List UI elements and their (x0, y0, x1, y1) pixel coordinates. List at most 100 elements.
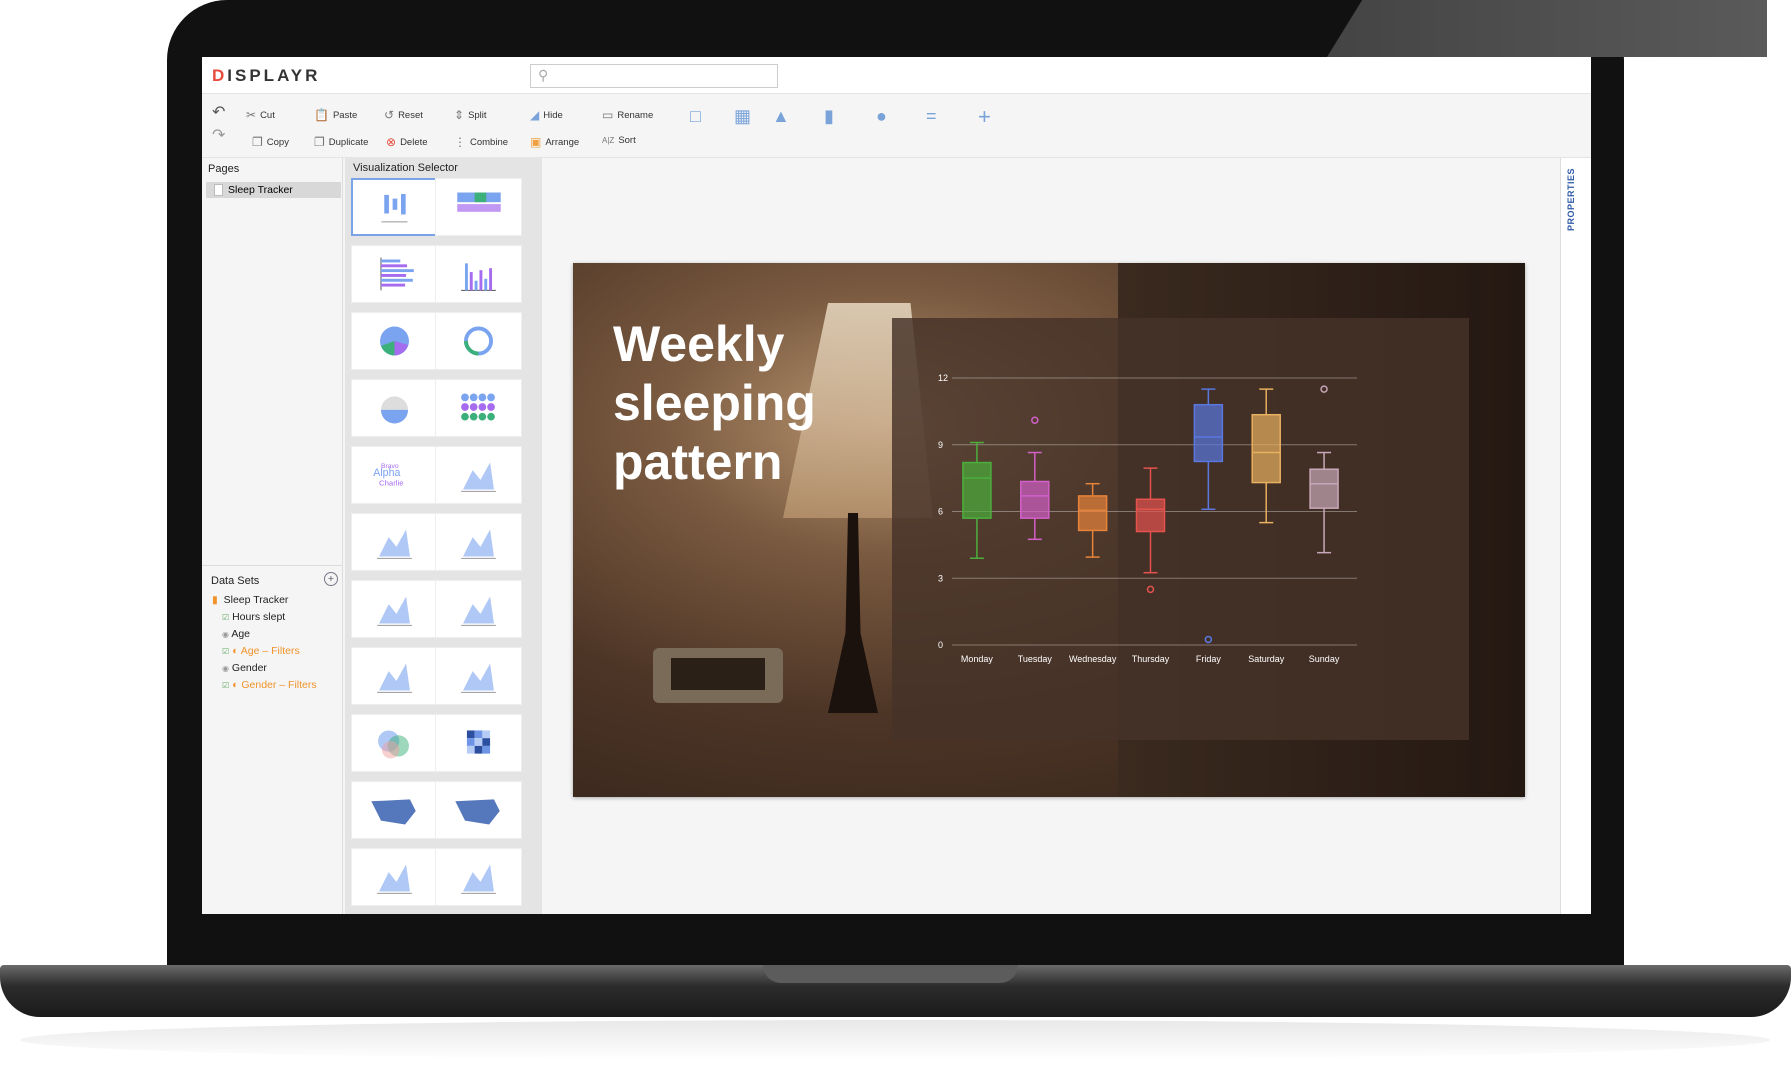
pictograph-icon (461, 393, 495, 421)
rename-icon: ▭ (602, 108, 614, 122)
hide-label: Hide (543, 109, 563, 121)
properties-label: PROPERTIES (1566, 168, 1576, 232)
viz-tile-box-plot[interactable] (351, 178, 438, 236)
box-plot-chart[interactable]: 0 3 6 9 12 Monday Tuesday Wednesday Thursday Frid… (892, 318, 1469, 740)
slide-title[interactable]: Weekly sleeping pattern (613, 315, 873, 492)
column-icon (461, 263, 496, 291)
box-tuesday (1020, 480, 1050, 519)
slide[interactable]: Weekly sleeping pattern 0 3 6 9 12 Monday Tues… (573, 263, 1525, 797)
delete-button[interactable]: ⊗ Delete (386, 135, 428, 149)
datasets-title: Data Sets (211, 575, 260, 587)
viz-tile-heatmap[interactable] (435, 714, 522, 772)
viz-tile-column[interactable] (435, 245, 522, 303)
displayr-logo[interactable]: DISPLAYR (212, 66, 320, 86)
laptop-notch (763, 965, 1018, 983)
viz-tile-small-multiple-maps[interactable] (435, 781, 522, 839)
outlier-point (1031, 416, 1039, 425)
chart-icon[interactable]: ▮ (824, 106, 834, 127)
table-icon[interactable]: ▦ (734, 106, 751, 127)
viz-tile-geo-map[interactable] (351, 781, 438, 839)
viz-tile-donut[interactable] (435, 312, 522, 370)
viz-tile-pictograph[interactable] (435, 379, 522, 437)
split-button[interactable]: ⇕ Split (454, 108, 487, 122)
redo-icon[interactable]: ↷ (212, 125, 225, 145)
venn-icon (378, 730, 409, 759)
alarm-clock-image (653, 648, 783, 703)
pie-icon (380, 326, 409, 356)
rename-button[interactable]: ▭ Rename (602, 108, 653, 122)
variable-age-filters[interactable]: ☑ ◐ Age – Filters (222, 645, 300, 657)
viz-tile-venn[interactable] (351, 714, 438, 772)
image-icon[interactable]: ▲ (772, 106, 790, 127)
viz-tile-area[interactable] (351, 647, 438, 705)
variable-label: Age – Filters (240, 645, 300, 657)
add-dataset-icon[interactable]: + (324, 572, 338, 586)
viz-tile-word-cloud[interactable]: Alpha Bravo Charlie (351, 446, 438, 504)
hide-icon: ◢ (530, 108, 540, 122)
undo-icon[interactable]: ↶ (212, 102, 225, 122)
donut-icon (464, 326, 493, 356)
filter-icon: ◐ (232, 679, 239, 691)
filter-icon: ◐ (232, 645, 239, 657)
viz-tile-density[interactable] (435, 848, 522, 906)
variable-age[interactable]: ◉ Age (222, 628, 250, 640)
viz-tile-sankey[interactable] (435, 178, 522, 236)
variable-gender[interactable]: ◉ Gender (222, 662, 267, 674)
heatmap-icon (466, 730, 491, 754)
line-icon (461, 663, 496, 693)
scissors-icon: ✂ (246, 108, 257, 122)
search-input[interactable]: ⚲ (530, 64, 778, 88)
x-tick-label: Wednesday (1069, 654, 1117, 664)
copy-button[interactable]: ❐ Copy (252, 135, 289, 149)
viz-tile-streamgraph[interactable] (351, 848, 438, 906)
arrange-icon: ▣ (530, 135, 542, 149)
arrange-button[interactable]: ▣ Arrange (530, 135, 579, 149)
geo-map-icon (371, 799, 416, 825)
box-friday (1193, 403, 1224, 463)
area-icon (377, 663, 412, 693)
svg-text:Bravo: Bravo (381, 463, 399, 470)
hide-button[interactable]: ◢ Hide (530, 108, 563, 122)
duplicate-icon: ❐ (314, 135, 325, 149)
line-icon[interactable]: = (926, 106, 937, 127)
y-tick-label: 0 (938, 640, 943, 650)
viz-tile-radar[interactable] (351, 580, 438, 638)
cut-button[interactable]: ✂ Cut (246, 108, 275, 122)
text-box-icon[interactable]: □ (690, 106, 701, 127)
viz-tile-bubble[interactable] (351, 513, 438, 571)
x-tick-label: Tuesday (1018, 654, 1053, 664)
svg-text:Charlie: Charlie (379, 479, 403, 488)
split-icon: ⇕ (454, 108, 465, 122)
variable-label: Gender – Filters (241, 679, 317, 691)
outlier-point (1320, 385, 1328, 393)
combine-button[interactable]: ⋮ Combine (454, 135, 508, 149)
variable-label: Hours slept (232, 611, 286, 623)
viz-tile-line[interactable] (435, 647, 522, 705)
sort-button[interactable]: A|Z Sort (602, 135, 636, 146)
paste-icon: 📋 (314, 108, 329, 122)
page-item-sleep-tracker[interactable]: Sleep Tracker (206, 182, 341, 198)
viz-selector-title: Visualization Selector (353, 162, 458, 174)
bezel-reflection (1327, 0, 1767, 57)
viz-tile-scatter[interactable] (435, 513, 522, 571)
viz-tile-histogram[interactable] (435, 580, 522, 638)
viz-tile-bar[interactable] (351, 245, 438, 303)
box-monday (962, 461, 992, 519)
paste-button[interactable]: 📋 Paste (314, 108, 357, 122)
dataset-sleep-tracker[interactable]: ▮ Sleep Tracker (212, 594, 288, 606)
viz-tile-pie[interactable] (351, 312, 438, 370)
y-tick-label: 3 (938, 573, 943, 583)
variable-numeric-icon: ☑ (222, 681, 230, 690)
reset-button[interactable]: ↺ Reset (384, 108, 423, 122)
delete-label: Delete (400, 136, 428, 148)
variable-hours-slept[interactable]: ☑ Hours slept (222, 611, 285, 623)
variable-label: Age (231, 628, 251, 640)
outlier-point (1146, 585, 1155, 594)
plus-icon[interactable]: + (978, 104, 991, 130)
properties-tab[interactable]: PROPERTIES (1560, 158, 1591, 914)
viz-tile-palm-tree[interactable] (435, 446, 522, 504)
duplicate-button[interactable]: ❐ Duplicate (314, 135, 368, 149)
viz-tile-pictograph-apple[interactable] (351, 379, 438, 437)
variable-gender-filters[interactable]: ☑ ◐ Gender – Filters (222, 679, 317, 691)
shape-icon[interactable]: ● (876, 106, 887, 127)
